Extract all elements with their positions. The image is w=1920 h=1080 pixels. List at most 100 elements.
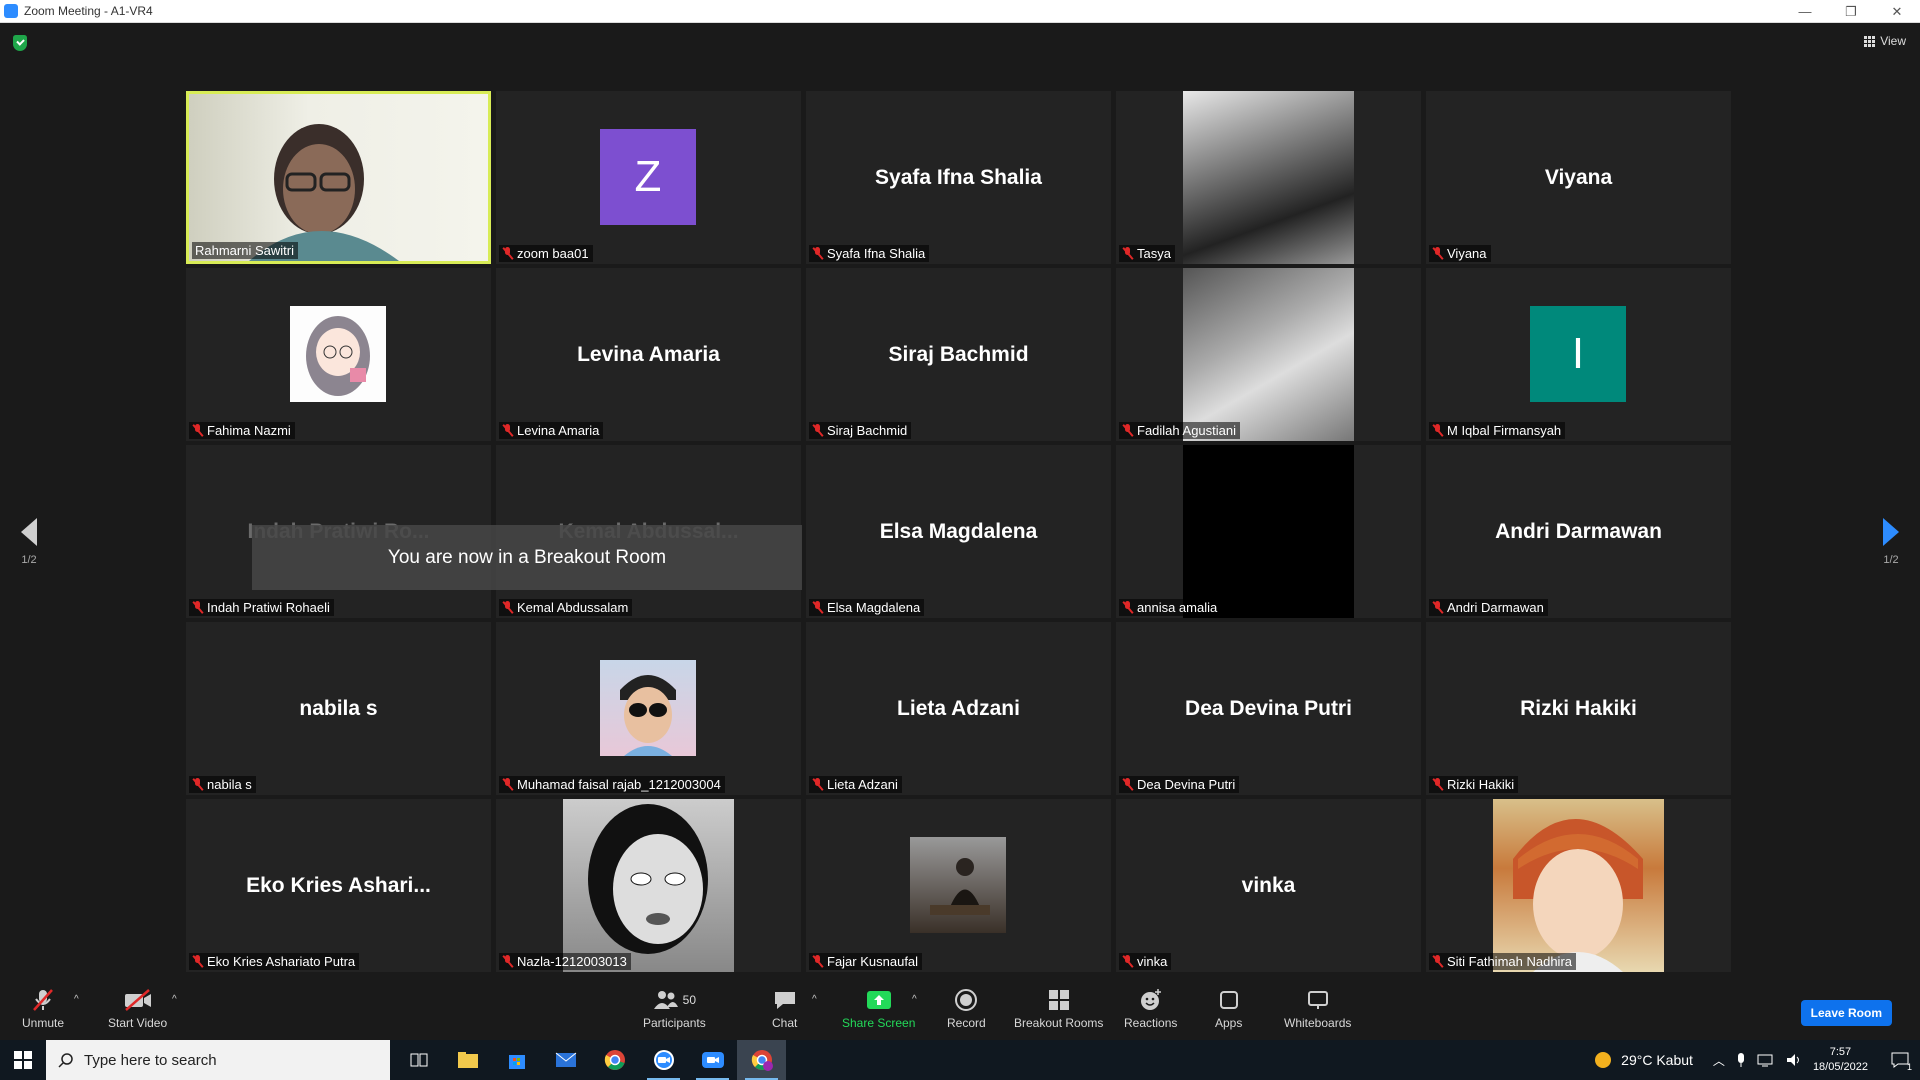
- participant-tile[interactable]: Levina Amaria Levina Amaria: [496, 268, 801, 441]
- participant-profile-picture: [910, 837, 1006, 933]
- participant-profile-picture: [290, 306, 386, 402]
- participant-name-label: Eko Kries Ashariato Putra: [189, 953, 360, 970]
- arrow-left-icon: [21, 518, 37, 546]
- participant-name: Siraj Bachmid: [827, 423, 908, 438]
- network-icon[interactable]: [1757, 1052, 1775, 1068]
- participant-tile[interactable]: Siraj Bachmid Siraj Bachmid: [806, 268, 1111, 441]
- participant-name-label: Fajar Kusnaufal: [809, 953, 923, 970]
- record-label: Record: [947, 1016, 986, 1030]
- security-shield-icon[interactable]: [13, 35, 27, 51]
- participant-tile[interactable]: Siti Fathimah Nadhira: [1426, 799, 1731, 972]
- video-options-caret-icon[interactable]: ^: [172, 994, 177, 1005]
- breakout-rooms-button[interactable]: Breakout Rooms: [1014, 988, 1103, 1030]
- participant-tile[interactable]: Rahmarni Sawitri: [186, 91, 491, 264]
- start-video-label: Start Video: [108, 1016, 168, 1030]
- minimize-button[interactable]: —: [1782, 0, 1828, 23]
- prev-page-button[interactable]: 1/2: [14, 518, 44, 566]
- leave-room-button[interactable]: Leave Room: [1800, 1000, 1892, 1026]
- chat-button[interactable]: Chat: [772, 988, 797, 1030]
- participant-tile[interactable]: Fahima Nazmi: [186, 268, 491, 441]
- reactions-button[interactable]: Reactions: [1124, 988, 1177, 1030]
- task-view-icon[interactable]: [394, 1040, 443, 1080]
- participant-name-label: nabila s: [189, 776, 256, 793]
- chat-options-caret-icon[interactable]: ^: [812, 994, 817, 1005]
- muted-mic-icon: [192, 778, 203, 791]
- participant-name-label: Elsa Magdalena: [809, 599, 925, 616]
- participant-tile[interactable]: Rizki Hakiki Rizki Hakiki: [1426, 622, 1731, 795]
- zoom-meeting-taskbar-icon[interactable]: [688, 1040, 737, 1080]
- participant-tile[interactable]: Syafa Ifna Shalia Syafa Ifna Shalia: [806, 91, 1111, 264]
- microsoft-store-icon[interactable]: [492, 1040, 541, 1080]
- close-button[interactable]: ✕: [1874, 0, 1920, 23]
- participant-tile[interactable]: nabila s nabila s: [186, 622, 491, 795]
- unmute-button[interactable]: Unmute: [22, 988, 64, 1030]
- view-button[interactable]: View: [1864, 34, 1906, 48]
- participant-tile[interactable]: Lieta Adzani Lieta Adzani: [806, 622, 1111, 795]
- participant-name: Levina Amaria: [517, 423, 600, 438]
- arrow-right-icon: [1883, 518, 1899, 546]
- tray-overflow-chevron-icon[interactable]: ︿: [1713, 1052, 1725, 1069]
- participant-name-label: Fadilah Agustiani: [1119, 422, 1241, 439]
- muted-mic-icon: [812, 955, 823, 968]
- search-icon: [58, 1053, 73, 1068]
- mail-icon[interactable]: [541, 1040, 590, 1080]
- muted-mic-icon: [502, 955, 513, 968]
- participant-name: Tasya: [1137, 246, 1171, 261]
- zoom-taskbar-icon[interactable]: [639, 1040, 688, 1080]
- file-explorer-icon[interactable]: [443, 1040, 492, 1080]
- participant-tile[interactable]: annisa amalia: [1116, 445, 1421, 618]
- share-screen-button[interactable]: Share Screen: [842, 988, 915, 1030]
- participant-tile[interactable]: Tasya: [1116, 91, 1421, 264]
- participant-name-label: Levina Amaria: [499, 422, 604, 439]
- participant-tile[interactable]: Elsa Magdalena Elsa Magdalena: [806, 445, 1111, 618]
- tray-mic-icon[interactable]: [1735, 1052, 1747, 1068]
- participant-tile[interactable]: Dea Devina Putri Dea Devina Putri: [1116, 622, 1421, 795]
- chrome-icon[interactable]: [590, 1040, 639, 1080]
- participant-tile[interactable]: Zzoom baa01: [496, 91, 801, 264]
- participant-name: Fadilah Agustiani: [1137, 423, 1237, 438]
- start-button[interactable]: [0, 1040, 46, 1080]
- participant-video: [189, 94, 488, 261]
- participant-name: Elsa Magdalena: [827, 600, 921, 615]
- record-button[interactable]: Record: [947, 988, 986, 1030]
- participant-tile[interactable]: I M Iqbal Firmansyah: [1426, 268, 1731, 441]
- participant-tile[interactable]: Fadilah Agustiani: [1116, 268, 1421, 441]
- participants-button[interactable]: 50 Participants: [643, 988, 706, 1030]
- share-options-caret-icon[interactable]: ^: [912, 994, 917, 1005]
- taskbar-search-box[interactable]: Type here to search: [46, 1040, 390, 1080]
- participant-tile[interactable]: vinka vinka: [1116, 799, 1421, 972]
- share-screen-label: Share Screen: [842, 1016, 916, 1030]
- participant-display-name: Rizki Hakiki: [1520, 696, 1637, 720]
- participant-profile-picture: [1183, 91, 1354, 264]
- participant-tile[interactable]: Nazla-1212003013: [496, 799, 801, 972]
- cartoon-portrait-icon: [588, 804, 708, 954]
- participant-tile[interactable]: Viyana Viyana: [1426, 91, 1731, 264]
- participant-tile[interactable]: Eko Kries Ashari... Eko Kries Ashariato P…: [186, 799, 491, 972]
- participant-video-black: [1183, 445, 1354, 618]
- seated-person-photo-icon: [930, 858, 990, 915]
- participant-tile[interactable]: Fajar Kusnaufal: [806, 799, 1111, 972]
- audio-options-caret-icon[interactable]: ^: [74, 994, 79, 1005]
- taskbar-clock[interactable]: 7:57 18/05/2022: [1813, 1045, 1868, 1075]
- volume-icon[interactable]: [1785, 1052, 1803, 1068]
- participant-tile[interactable]: Muhamad faisal rajab_1212003004: [496, 622, 801, 795]
- participant-name-label: vinka: [1119, 953, 1172, 970]
- muted-mic-icon: [192, 955, 203, 968]
- video-off-icon: [123, 988, 153, 1012]
- participant-tile[interactable]: Andri Darmawan Andri Darmawan: [1426, 445, 1731, 618]
- action-center-button[interactable]: 1: [1880, 1040, 1920, 1080]
- apps-button[interactable]: Apps: [1215, 988, 1242, 1030]
- chrome-profile-taskbar-icon[interactable]: [737, 1040, 786, 1080]
- participant-name: Fahima Nazmi: [207, 423, 291, 438]
- participants-label: Participants: [643, 1016, 706, 1030]
- participant-name-label: Rizki Hakiki: [1429, 776, 1519, 793]
- participant-profile-picture: [1493, 799, 1664, 972]
- participant-display-name: Andri Darmawan: [1495, 519, 1662, 543]
- start-video-button[interactable]: Start Video: [108, 988, 167, 1030]
- weather-text[interactable]: 29°C Kabut: [1621, 1052, 1693, 1068]
- weather-sun-icon: [1595, 1052, 1612, 1068]
- whiteboards-button[interactable]: Whiteboards: [1284, 988, 1351, 1030]
- muted-mic-icon: [812, 601, 823, 614]
- restore-button[interactable]: ❐: [1828, 0, 1874, 23]
- next-page-button[interactable]: 1/2: [1876, 518, 1906, 566]
